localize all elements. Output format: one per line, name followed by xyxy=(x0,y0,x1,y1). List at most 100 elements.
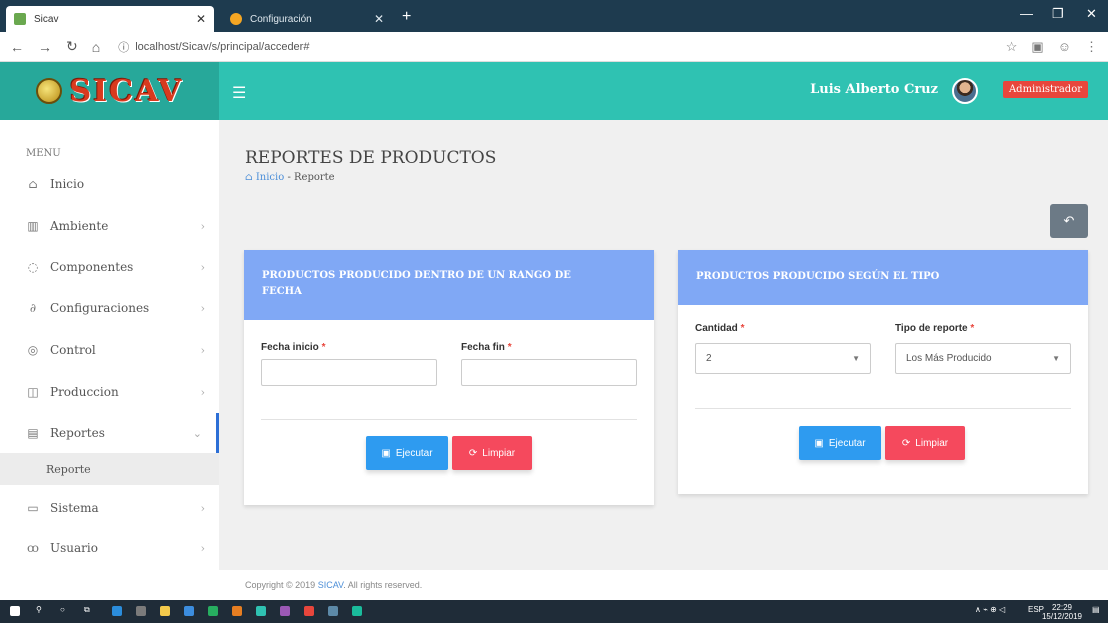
quantity-value: 2 xyxy=(706,353,712,364)
task-view-icon[interactable]: ⧉ xyxy=(84,605,90,615)
sidebar-item-label: Reportes xyxy=(50,426,105,440)
windows-start-icon[interactable] xyxy=(10,606,20,616)
browser-tab-sicav[interactable]: Sicav ✕ xyxy=(6,6,214,32)
sidebar-item-label: Inicio xyxy=(50,177,85,191)
sidebar-item-usuario[interactable]: ꝏ Usuario › xyxy=(0,528,219,568)
breadcrumb-home[interactable]: ⌂ Inicio xyxy=(245,172,287,183)
back-arrow-icon[interactable]: ← xyxy=(10,39,24,55)
minimize-icon[interactable]: — xyxy=(1020,6,1033,21)
sidebar-item-label: Control xyxy=(50,343,96,357)
sidebar-subitem-label: Reporte xyxy=(46,462,91,476)
footer-link[interactable]: SICAV xyxy=(318,580,344,590)
limpiar-button[interactable]: ⟳ Limpiar xyxy=(885,426,965,460)
start-date-label: Fecha inicio * xyxy=(261,342,325,353)
app-icon[interactable] xyxy=(280,606,290,616)
breadcrumb-separator: - xyxy=(287,172,291,183)
kebab-menu-icon[interactable]: ⋮ xyxy=(1085,39,1098,55)
box-icon: ◫ xyxy=(27,385,39,399)
clock[interactable]: 22:29 15/12/2019 xyxy=(1042,603,1082,621)
folder-icon[interactable] xyxy=(160,606,170,616)
user-name[interactable]: Luis Alberto Cruz xyxy=(810,82,938,97)
close-icon[interactable]: ✕ xyxy=(196,12,206,26)
star-icon[interactable]: ☆ xyxy=(1006,39,1018,55)
sidebar-subitem-reporte[interactable]: Reporte xyxy=(0,453,219,485)
logo-text: SICAV xyxy=(69,73,184,109)
chevron-right-icon: › xyxy=(200,501,205,515)
app-icon[interactable] xyxy=(136,606,146,616)
avatar[interactable] xyxy=(952,78,978,104)
close-window-icon[interactable]: ✕ xyxy=(1086,6,1097,22)
chevron-down-icon: ⌄ xyxy=(192,426,202,440)
end-date-input[interactable] xyxy=(461,359,637,386)
end-date-label: Fecha fin * xyxy=(461,342,512,353)
sidebar-item-label: Usuario xyxy=(50,541,98,555)
component-icon: ◌ xyxy=(27,260,39,274)
ejecutar-label: Ejecutar xyxy=(395,447,433,459)
link-icon: ∂ xyxy=(29,301,37,315)
url-field[interactable]: ⓘ localhost/Sicav/s/principal/acceder# xyxy=(118,39,309,55)
close-icon[interactable]: ✕ xyxy=(374,12,384,26)
reload-icon[interactable]: ↻ xyxy=(66,38,78,55)
app-icon[interactable] xyxy=(328,606,338,616)
notification-icon[interactable]: ▤ xyxy=(1092,605,1100,614)
sidebar-item-ambiente[interactable]: ▥ Ambiente › xyxy=(0,206,219,246)
ejecutar-label: Ejecutar xyxy=(828,437,866,449)
app-header: SICAV ☰ Luis Alberto Cruz Administrador xyxy=(0,62,1108,120)
config-favicon-icon xyxy=(230,13,242,25)
sidebar-item-componentes[interactable]: ◌ Componentes › xyxy=(0,247,219,287)
app-icon[interactable] xyxy=(208,606,218,616)
quantity-select[interactable]: 2 ▼ xyxy=(695,343,871,374)
maximize-icon[interactable]: ❐ xyxy=(1052,6,1064,22)
sidebar-item-produccion[interactable]: ◫ Produccion › xyxy=(0,372,219,412)
app-icon[interactable] xyxy=(352,606,362,616)
breadcrumb: ⌂ Inicio - Reporte xyxy=(245,172,335,183)
firefox-icon[interactable] xyxy=(232,606,242,616)
app-icon[interactable] xyxy=(256,606,266,616)
browser-tab-configuracion[interactable]: Configuración ✕ xyxy=(222,6,392,32)
system-tray-icons[interactable]: ∧ ⌁ ⊕ ◁ xyxy=(975,605,1005,614)
extension-icon[interactable]: ▣ xyxy=(1031,39,1043,55)
window-icon: ▭ xyxy=(27,501,39,515)
back-button[interactable]: ↶ xyxy=(1050,204,1088,238)
home-nav-icon[interactable]: ⌂ xyxy=(92,39,100,55)
home-icon: ⌂ xyxy=(245,172,253,183)
search-icon[interactable]: ⚲ xyxy=(36,605,42,614)
menu-title: MENU xyxy=(26,148,61,159)
sidebar-item-inicio[interactable]: ⌂ Inicio xyxy=(0,164,219,204)
address-bar: ← → ↻ ⌂ ⓘ localhost/Sicav/s/principal/ac… xyxy=(0,32,1108,62)
cortana-icon[interactable]: ○ xyxy=(60,605,65,614)
divider xyxy=(695,408,1071,409)
start-date-input[interactable] xyxy=(261,359,437,386)
chrome-icon[interactable] xyxy=(304,606,314,616)
report-type-select[interactable]: Los Más Producido ▼ xyxy=(895,343,1071,374)
sidebar-item-sistema[interactable]: ▭ Sistema › xyxy=(0,488,219,528)
forward-arrow-icon[interactable]: → xyxy=(38,39,52,55)
sidebar-item-label: Ambiente xyxy=(50,219,109,233)
document-icon: ▣ xyxy=(381,447,391,459)
refresh-icon: ⟳ xyxy=(901,437,911,449)
app-icon[interactable] xyxy=(184,606,194,616)
profile-icon[interactable]: ☺ xyxy=(1058,39,1071,55)
sidebar-item-control[interactable]: ◎ Control › xyxy=(0,330,219,370)
sidebar-item-reportes[interactable]: ▤ Reportes ⌄ xyxy=(0,413,219,453)
divider xyxy=(261,419,637,420)
info-icon: ⓘ xyxy=(118,41,130,54)
refresh-icon: ⟳ xyxy=(468,447,478,459)
sicav-favicon-icon xyxy=(14,13,26,25)
new-tab-button[interactable]: + xyxy=(402,6,411,28)
logo[interactable]: SICAV xyxy=(0,62,219,120)
chart-icon: ▤ xyxy=(27,426,39,440)
undo-icon: ↶ xyxy=(1063,213,1075,228)
page-title: REPORTES DE PRODUCTOS xyxy=(245,148,497,168)
edge-icon[interactable] xyxy=(112,606,122,616)
sidebar-item-label: Configuraciones xyxy=(50,301,150,315)
limpiar-label: Limpiar xyxy=(915,437,949,449)
hamburger-menu-icon[interactable]: ☰ xyxy=(232,83,246,103)
footer: Copyright © 2019 SICAV. All rights reser… xyxy=(219,570,1108,600)
sidebar-item-configuraciones[interactable]: ∂ Configuraciones › xyxy=(0,288,219,328)
ejecutar-button[interactable]: ▣ Ejecutar xyxy=(799,426,881,460)
tab-title: Sicav xyxy=(34,13,59,25)
ejecutar-button[interactable]: ▣ Ejecutar xyxy=(366,436,448,470)
limpiar-button[interactable]: ⟳ Limpiar xyxy=(452,436,532,470)
role-badge: Administrador xyxy=(1002,81,1088,98)
